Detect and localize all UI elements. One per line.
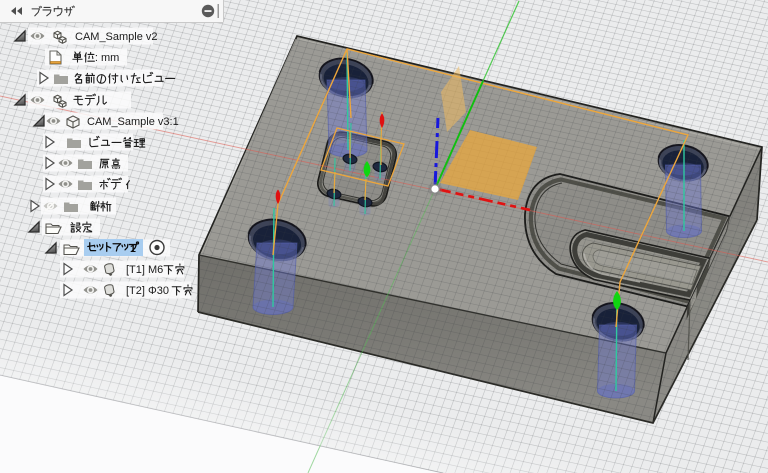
svg-text:: mm: : mm [95, 52, 119, 64]
svg-text:[T1] M6: [T1] M6 [126, 264, 163, 276]
svg-text:CAM_Sample v3:1: CAM_Sample v3:1 [87, 116, 179, 128]
svg-text:[T2] Φ30: [T2] Φ30 [126, 285, 169, 297]
svg-text:CAM_Sample v2: CAM_Sample v2 [75, 31, 158, 43]
svg-text:1: 1 [130, 243, 136, 255]
